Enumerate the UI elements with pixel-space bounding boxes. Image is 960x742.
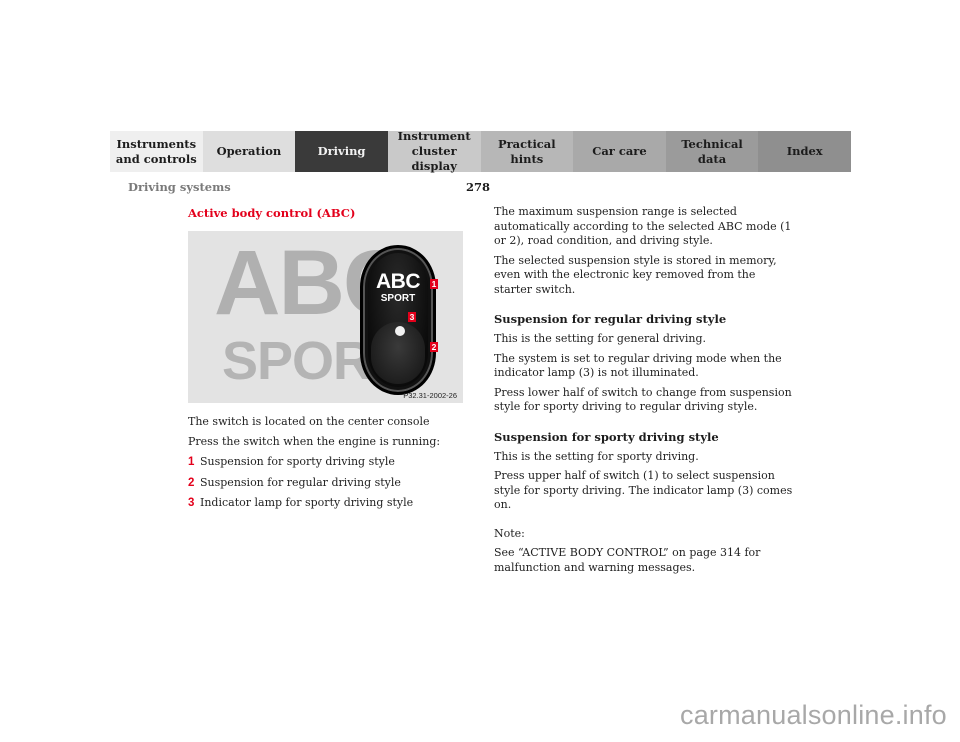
sporty-driving-heading: Suspension for sporty driving style — [494, 429, 719, 444]
tab-label: Technical data — [681, 136, 743, 166]
callout-2: 2 — [430, 342, 438, 352]
section-title: Active body control (ABC) — [188, 206, 356, 220]
section-header: Driving systems — [128, 180, 231, 194]
chapter-tabs: Instruments and controls Operation Drivi… — [110, 129, 851, 173]
callout-3: 3 — [408, 312, 416, 322]
switch-label-sport: SPORT — [380, 293, 416, 304]
callout-1: 1 — [430, 279, 438, 289]
tab-label: Instruments and controls — [115, 136, 197, 166]
page-number: 278 — [466, 180, 491, 194]
left-column: Active body control (ABC) ABC SPORT ABC … — [188, 205, 473, 517]
tab-instruments-and-controls[interactable]: Instruments and controls — [110, 131, 203, 172]
tab-car-care[interactable]: Car care — [573, 131, 666, 172]
tab-operation[interactable]: Operation — [202, 131, 296, 172]
press-switch-text: Press the switch when the engine is runn… — [188, 434, 441, 448]
tab-label: Index — [786, 144, 823, 158]
regular-p2: The system is set to regular driving mod… — [494, 351, 782, 380]
figure-code: P32.31-2002-26 — [403, 391, 457, 400]
list-number: 1 — [188, 456, 195, 468]
tab-instrument-cluster-display[interactable]: Instrument cluster display — [387, 129, 481, 173]
sporty-p2: Press upper half of switch (1) to select… — [494, 469, 793, 511]
tab-label: Instrument cluster display — [397, 129, 471, 173]
list-text: Suspension for regular driving style — [200, 475, 401, 489]
intro-paragraph-1: The maximum suspension range is selected… — [494, 205, 792, 247]
abc-switch-figure: ABC SPORT ABC SPORT 1 2 3 P32.31-2002-26 — [188, 231, 463, 403]
regular-p1: This is the setting for general driving. — [494, 332, 706, 345]
list-item: 3 Indicator lamp for sporty driving styl… — [188, 496, 473, 511]
indicator-lamp-icon — [395, 326, 405, 336]
list-number: 2 — [188, 476, 195, 489]
note-text: See “ACTIVE BODY CONTROL” on page 314 fo… — [494, 546, 761, 574]
tab-label: Practical hints — [497, 136, 556, 166]
right-column: The maximum suspension range is selected… — [494, 205, 794, 580]
tab-driving[interactable]: Driving — [295, 131, 388, 172]
tab-technical-data[interactable]: Technical data — [665, 131, 759, 172]
regular-driving-heading: Suspension for regular driving style — [494, 312, 727, 326]
tab-label: Operation — [216, 144, 282, 158]
list-number: 3 — [188, 497, 195, 509]
legend-list: 1 Suspension for sporty driving style 2 … — [188, 455, 473, 511]
regular-p3: Press lower half of switch to change fro… — [494, 385, 792, 414]
tab-label: Car care — [592, 144, 647, 158]
tab-label: Driving — [317, 144, 366, 158]
intro-paragraph-2: The selected suspension style is stored … — [494, 253, 777, 296]
list-text: Suspension for sporty driving style — [200, 455, 395, 468]
list-item: 2 Suspension for regular driving style — [188, 476, 473, 491]
list-text: Indicator lamp for sporty driving style — [200, 496, 414, 509]
note-label: Note: — [494, 526, 525, 540]
watermark: carmanualsonline.info — [680, 700, 947, 730]
list-item: 1 Suspension for sporty driving style — [188, 455, 473, 470]
tab-index[interactable]: Index — [758, 131, 851, 172]
switch-location-text: The switch is located on the center cons… — [188, 415, 430, 428]
switch-label-abc: ABC — [376, 270, 421, 293]
sporty-p1: This is the setting for sporty driving. — [494, 449, 699, 463]
tab-practical-hints[interactable]: Practical hints — [480, 131, 574, 172]
abc-sport-switch: ABC SPORT — [360, 245, 436, 395]
